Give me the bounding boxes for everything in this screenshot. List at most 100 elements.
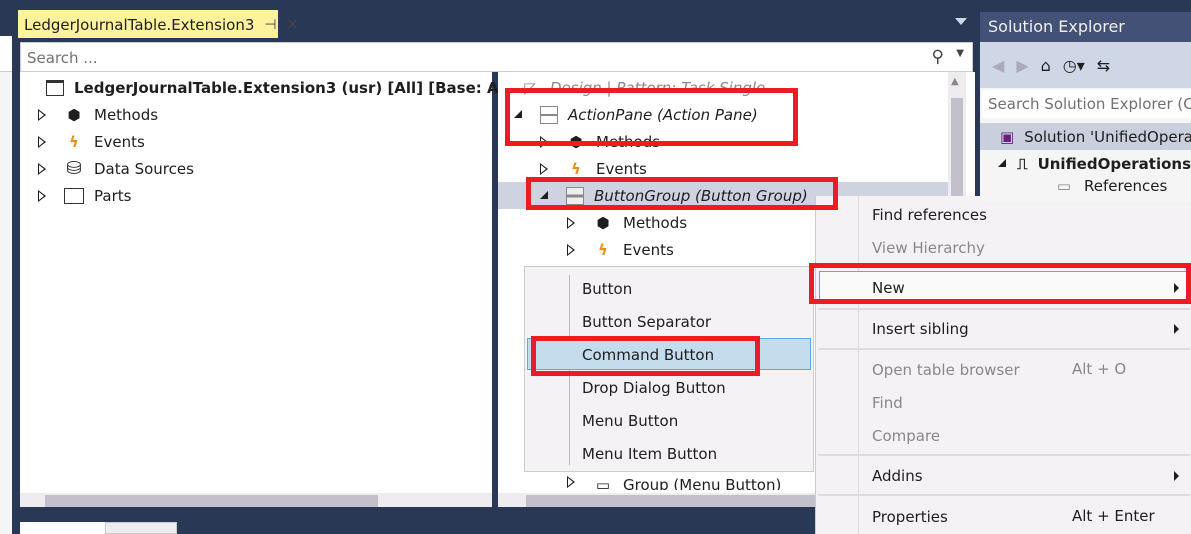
expand-icon[interactable] bbox=[38, 189, 48, 202]
folder-icon: ▭ bbox=[1056, 177, 1072, 195]
project-node[interactable]: ⎍ UnifiedOperations bbox=[980, 150, 1191, 177]
search-placeholder: Search ... bbox=[27, 49, 98, 67]
context-menu: Find references View Hierarchy New Inser… bbox=[815, 196, 1191, 534]
close-icon[interactable]: ✕ bbox=[287, 17, 299, 33]
search-icon[interactable]: ⚲ bbox=[932, 47, 944, 67]
tree-item-label: Solution 'UnifiedOperations' bbox=[1024, 127, 1191, 146]
menu-item-menu-button[interactable]: Menu Button bbox=[582, 404, 678, 437]
menu-item-label: Menu Button bbox=[582, 411, 679, 430]
tree-root-label: LedgerJournalTable.Extension3 (usr) [All… bbox=[74, 78, 521, 97]
tree-item-label: UnifiedOperations bbox=[1037, 154, 1191, 173]
database-icon: ⛁ bbox=[66, 158, 82, 179]
tree-item-methods[interactable]: ⬢ Methods bbox=[38, 101, 158, 128]
tab-overflow-dropdown-icon[interactable] bbox=[955, 18, 967, 25]
tree-item-methods[interactable]: ⬢ Methods bbox=[567, 209, 687, 236]
collapse-icon[interactable] bbox=[998, 158, 1007, 169]
tree-item-group[interactable]: ▭ Group (Menu Button) bbox=[567, 476, 807, 490]
lightning-icon: ϟ bbox=[571, 159, 581, 178]
menu-item-label: Open table browser bbox=[872, 360, 1020, 379]
lightning-icon: ϟ bbox=[69, 132, 79, 151]
form-icon bbox=[64, 187, 84, 204]
shortcut-label: Alt + O bbox=[1072, 360, 1127, 378]
menu-item-find[interactable]: Find bbox=[872, 386, 903, 419]
menu-item-label: Addins bbox=[872, 466, 923, 485]
horizontal-scrollbar[interactable] bbox=[20, 493, 492, 507]
tree-item-label: Events bbox=[94, 132, 145, 151]
methods-icon: ⬢ bbox=[596, 213, 610, 232]
document-tab[interactable]: LedgerJournalTable.Extension3 ⊣ ✕ bbox=[18, 10, 298, 39]
chevron-down-icon[interactable]: ▼ bbox=[956, 48, 964, 59]
expand-icon[interactable] bbox=[38, 162, 48, 175]
solution-search-input[interactable]: Search Solution Explorer (Ctrl+;) bbox=[982, 90, 1191, 118]
pin-icon[interactable]: ⊣ bbox=[264, 17, 276, 33]
lightning-icon: ϟ bbox=[598, 240, 608, 259]
solution-explorer-title: Solution Explorer bbox=[980, 12, 1191, 42]
menu-item-addins[interactable]: Addins bbox=[872, 459, 923, 492]
references-node[interactable]: ▭ References bbox=[980, 177, 1191, 197]
menu-item-label: Compare bbox=[872, 426, 941, 445]
menu-item-label: Drop Dialog Button bbox=[582, 378, 726, 397]
document-tab-title: LedgerJournalTable.Extension3 bbox=[24, 15, 255, 34]
sync-icon[interactable]: ⇆ bbox=[1097, 56, 1110, 75]
shortcut-label: Alt + Enter bbox=[1072, 507, 1155, 525]
home-icon[interactable]: ⌂ bbox=[1041, 56, 1051, 75]
tree-item-parts[interactable]: Parts bbox=[38, 182, 131, 209]
tree-item-label: Group (Menu Button) bbox=[623, 476, 782, 490]
menu-item-label: Insert sibling bbox=[872, 319, 969, 338]
solution-node[interactable]: ▣ Solution 'UnifiedOperations' bbox=[980, 123, 1191, 150]
adjacent-panel-header bbox=[0, 36, 12, 72]
solution-explorer: Solution Explorer ◀ ▶ ⌂ ◷▾ ⇆ Search Solu… bbox=[980, 12, 1191, 202]
back-icon[interactable]: ◀ bbox=[992, 56, 1004, 75]
scrollbar-thumb[interactable] bbox=[526, 495, 826, 507]
tree-item-label: Events bbox=[596, 159, 647, 178]
form-icon bbox=[46, 79, 64, 96]
menu-item-open-table-browser[interactable]: Open table browser bbox=[872, 353, 1020, 386]
annotation-box-action-pane bbox=[505, 88, 798, 146]
tree-item-label: Methods bbox=[94, 105, 159, 124]
tab-design[interactable] bbox=[20, 522, 105, 534]
scrollbar-thumb[interactable] bbox=[45, 495, 378, 507]
menu-item-label: Find references bbox=[872, 205, 987, 224]
menu-item-find-references[interactable]: Find references bbox=[872, 198, 987, 231]
tab-source[interactable] bbox=[105, 522, 177, 534]
expand-icon[interactable] bbox=[540, 162, 550, 175]
menu-item-button[interactable]: Button bbox=[582, 272, 632, 305]
designer-search-input[interactable]: Search ... ⚲ ▼ bbox=[20, 42, 973, 72]
submenu-arrow-icon bbox=[1174, 324, 1179, 334]
menu-item-label: View Hierarchy bbox=[872, 238, 985, 257]
solution-explorer-toolbar: ◀ ▶ ⌂ ◷▾ ⇆ bbox=[980, 42, 1191, 88]
menu-item-label: Button Separator bbox=[582, 312, 712, 331]
form-icon: ▭ bbox=[595, 476, 611, 490]
expand-icon[interactable] bbox=[567, 243, 577, 256]
menu-item-button-separator[interactable]: Button Separator bbox=[582, 305, 711, 338]
pending-changes-icon[interactable]: ◷▾ bbox=[1063, 56, 1085, 75]
submenu-arrow-icon bbox=[1174, 471, 1179, 481]
menu-item-properties[interactable]: Properties bbox=[872, 500, 948, 533]
tree-item-label: Methods bbox=[623, 213, 688, 232]
tree-item-data-sources[interactable]: ⛁ Data Sources bbox=[38, 155, 194, 182]
menu-item-insert-sibling[interactable]: Insert sibling bbox=[872, 312, 969, 345]
project-icon: ⎍ bbox=[1017, 154, 1028, 173]
menu-item-view-hierarchy[interactable]: View Hierarchy bbox=[872, 231, 985, 264]
forward-icon[interactable]: ▶ bbox=[1016, 56, 1028, 75]
tree-item-label: Events bbox=[623, 240, 674, 259]
expand-icon[interactable] bbox=[38, 135, 48, 148]
tree-item-events[interactable]: ϟ Events bbox=[38, 128, 145, 155]
tree-root[interactable]: LedgerJournalTable.Extension3 (usr) [All… bbox=[46, 74, 520, 101]
menu-item-label: Menu Item Button bbox=[582, 444, 718, 463]
expand-icon[interactable] bbox=[38, 108, 48, 121]
menu-item-label: Properties bbox=[872, 507, 948, 526]
menu-item-menu-item-button[interactable]: Menu Item Button bbox=[582, 437, 717, 470]
expand-icon[interactable] bbox=[567, 476, 577, 488]
tree-item-label: References bbox=[1084, 177, 1168, 195]
adjacent-panel bbox=[0, 36, 12, 534]
menu-separator bbox=[818, 348, 1190, 350]
scroll-up-icon[interactable]: ▲ bbox=[951, 76, 959, 87]
menu-separator bbox=[818, 454, 1190, 456]
tree-item-label: Parts bbox=[94, 186, 132, 205]
expand-icon[interactable] bbox=[567, 216, 577, 229]
annotation-box-button-group bbox=[526, 177, 838, 210]
menu-item-compare[interactable]: Compare bbox=[872, 419, 940, 452]
menu-item-label: Find bbox=[872, 393, 903, 412]
tree-item-events[interactable]: ϟ Events bbox=[567, 236, 674, 263]
